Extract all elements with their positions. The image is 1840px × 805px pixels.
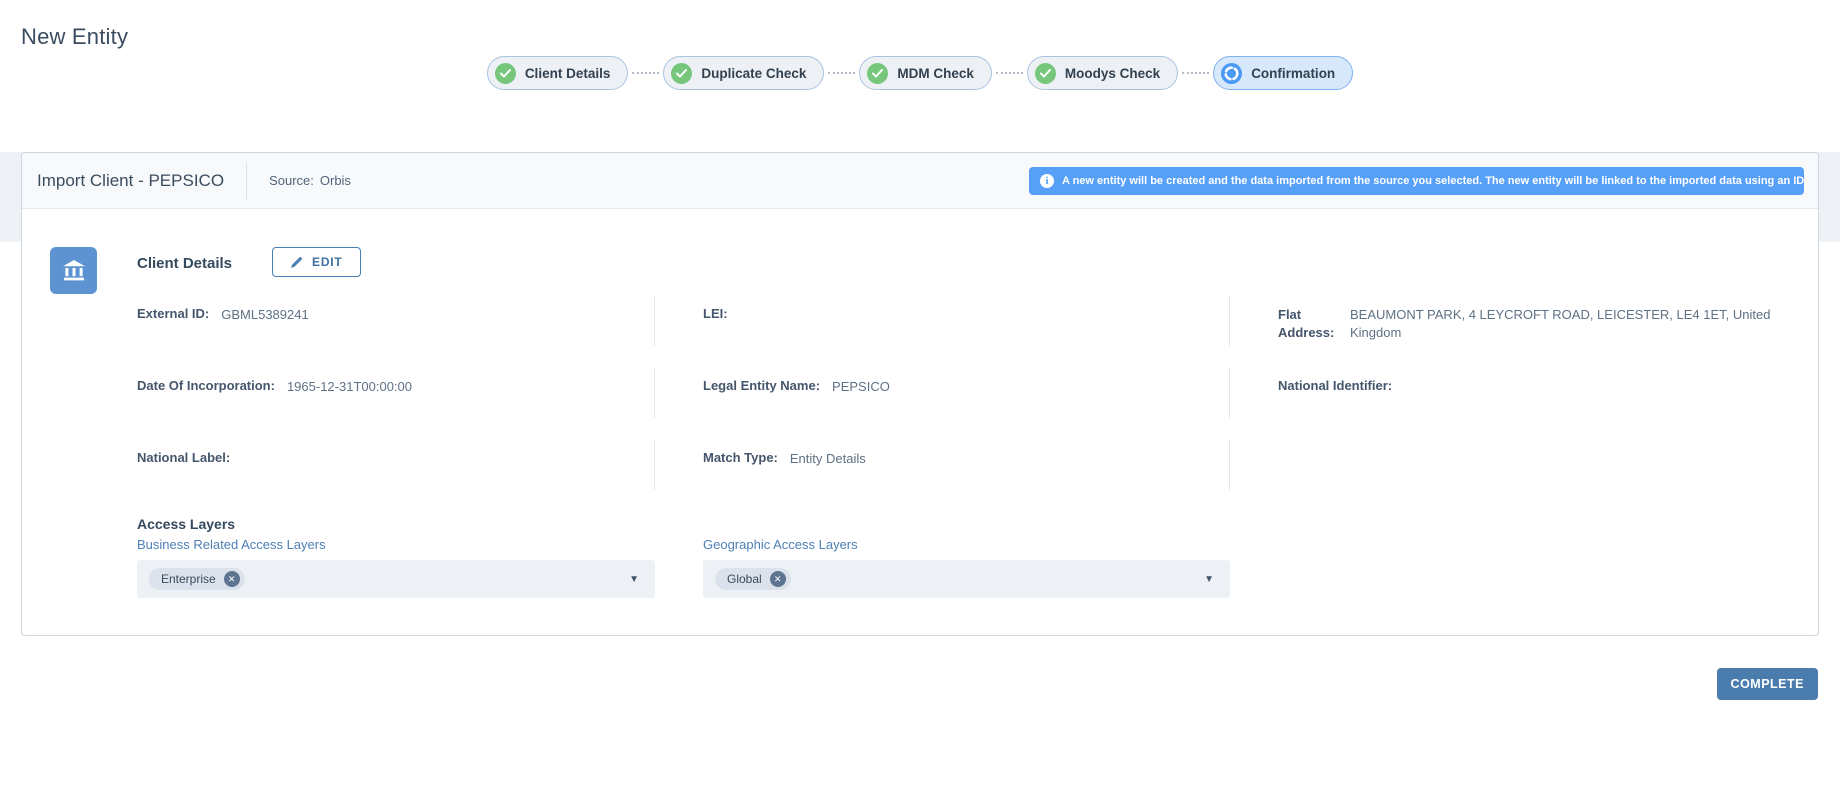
check-circle-icon [671,63,692,84]
info-banner: i A new entity will be created and the d… [1029,167,1804,195]
info-banner-text: A new entity will be created and the dat… [1062,175,1807,187]
geographic-access-layers-group: Geographic Access Layers Global ✕ ▼ [655,537,1230,598]
chevron-down-icon: ▼ [629,574,639,585]
access-layer-chip: Enterprise ✕ [149,568,245,590]
step-confirmation[interactable]: Confirmation [1213,56,1353,90]
step-label: MDM Check [897,66,974,81]
footer-actions: COMPLETE [0,668,1818,700]
remove-chip-icon[interactable]: ✕ [224,571,240,587]
business-access-layers-select[interactable]: Enterprise ✕ ▼ [137,560,655,598]
field-label: Match Type: [703,450,778,465]
field-label: Legal Entity Name: [703,378,820,393]
step-label: Client Details [525,66,611,81]
field-lei: LEI: [655,294,1230,366]
field-value: BEAUMONT PARK, 4 LEYCROFT ROAD, LEICESTE… [1350,306,1786,342]
step-client-details[interactable]: Client Details [487,56,629,90]
source-value: Orbis [320,173,351,188]
field-value: Entity Details [790,450,866,468]
field-match-type: Match Type: Entity Details [655,438,1230,510]
step-mdm-check[interactable]: MDM Check [859,56,992,90]
info-circle-icon: i [1040,174,1054,188]
check-circle-icon [495,63,516,84]
step-connector [1182,72,1209,74]
field-label: National Label: [137,450,230,465]
geographic-access-layers-select[interactable]: Global ✕ ▼ [703,560,1230,598]
chip-label: Global [727,572,762,586]
step-label: Confirmation [1251,66,1335,81]
field-flat-address: Flat Address: BEAUMONT PARK, 4 LEYCROFT … [1230,294,1810,366]
step-label: Duplicate Check [701,66,806,81]
top-bar: New Entity Client Details Duplicate Chec… [0,0,1840,122]
check-circle-icon [867,63,888,84]
page-title: New Entity [21,24,128,50]
field-date-of-incorporation: Date Of Incorporation: 1965-12-31T00:00:… [137,366,655,438]
field-label: External ID: [137,306,209,321]
field-national-identifier: National Identifier: [1230,366,1810,438]
field-value: 1965-12-31T00:00:00 [287,378,412,396]
field-national-label: National Label: [137,438,655,510]
field-external-id: External ID: GBML5389241 [137,294,655,366]
step-connector [828,72,855,74]
header-divider [246,163,247,199]
step-moodys-check[interactable]: Moodys Check [1027,56,1178,90]
card-header-left: Import Client - PEPSICO Source: Orbis [37,163,351,199]
card-body: Client Details EDIT External ID: GBML538… [22,209,1818,598]
card-header: Import Client - PEPSICO Source: Orbis i … [22,153,1818,209]
field-label: Flat Address: [1278,306,1338,342]
access-layer-chip: Global ✕ [715,568,791,590]
bank-icon [50,247,97,294]
source-info: Source: Orbis [269,173,351,188]
step-connector [996,72,1023,74]
access-layers-section: Access Layers Business Related Access La… [137,516,1790,598]
field-value: GBML5389241 [221,306,308,324]
pencil-icon [290,256,303,269]
field-label: LEI: [703,306,728,321]
step-connector [632,72,659,74]
client-details-grid: External ID: GBML5389241 LEI: Flat Addre… [137,294,1790,510]
field-label: Date Of Incorporation: [137,378,275,393]
card-title: Import Client - PEPSICO [37,171,224,191]
field-empty [1230,438,1810,510]
import-client-card: Import Client - PEPSICO Source: Orbis i … [21,152,1819,636]
wizard-stepper: Client Details Duplicate Check MDM Check… [0,56,1840,90]
chip-label: Enterprise [161,572,216,586]
business-access-layers-label: Business Related Access Layers [137,537,655,552]
edit-button[interactable]: EDIT [272,247,361,277]
client-details-section-header: Client Details EDIT [50,247,1790,294]
field-value: PEPSICO [832,378,890,396]
remove-chip-icon[interactable]: ✕ [770,571,786,587]
progress-circle-icon [1221,63,1242,84]
step-duplicate-check[interactable]: Duplicate Check [663,56,824,90]
chevron-down-icon: ▼ [1204,574,1214,585]
access-layers-grid: Business Related Access Layers Enterpris… [137,537,1790,598]
main-area: Import Client - PEPSICO Source: Orbis i … [0,152,1840,700]
step-label: Moodys Check [1065,66,1160,81]
access-layers-title: Access Layers [137,516,1790,532]
business-access-layers-group: Business Related Access Layers Enterpris… [137,537,655,598]
field-label: National Identifier: [1278,378,1392,393]
edit-button-label: EDIT [312,255,343,269]
complete-button[interactable]: COMPLETE [1717,668,1818,700]
geographic-access-layers-label: Geographic Access Layers [703,537,1230,552]
section-title: Client Details [137,255,232,272]
check-circle-icon [1035,63,1056,84]
field-legal-entity-name: Legal Entity Name: PEPSICO [655,366,1230,438]
source-label: Source: [269,173,314,188]
